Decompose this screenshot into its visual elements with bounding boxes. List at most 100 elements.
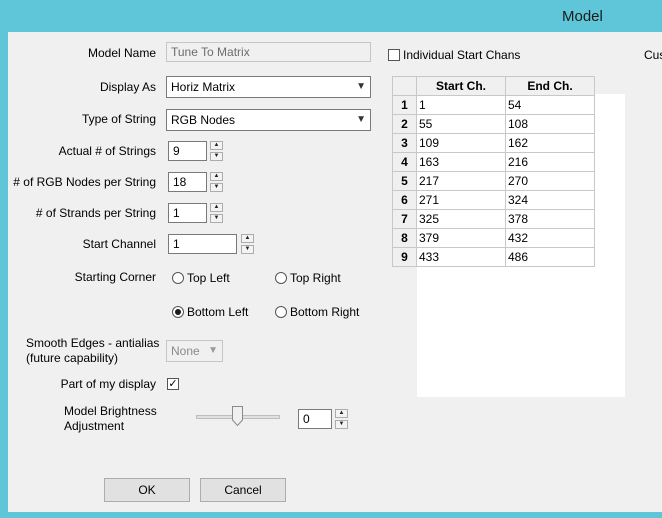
display-as-select[interactable]: Horiz Matrix ▼: [166, 76, 371, 98]
title-bar: Model: [0, 0, 662, 32]
start-channel-cell[interactable]: 109: [416, 133, 506, 153]
starting-corner-label: Starting Corner: [74, 270, 156, 284]
window-frame-bottom: [0, 512, 662, 518]
grid-corner: [392, 76, 417, 96]
start-channel-input[interactable]: 1: [168, 234, 237, 254]
model-name-field[interactable]: Tune To Matrix: [166, 42, 371, 62]
type-of-string-label: Type of String: [81, 112, 156, 126]
start-channel-cell[interactable]: 379: [416, 228, 506, 248]
individual-start-chans-label: Individual Start Chans: [403, 48, 521, 62]
corner-top-left-radio[interactable]: [172, 272, 184, 284]
actual-strings-input[interactable]: 9: [168, 141, 207, 161]
spin-down-icon[interactable]: ▼: [335, 420, 348, 429]
ok-button[interactable]: OK: [104, 478, 190, 502]
start-channel-cell[interactable]: 1: [416, 95, 506, 115]
spin-up-icon[interactable]: ▲: [335, 409, 348, 418]
window-title: Model: [562, 8, 603, 25]
start-channel-spinner[interactable]: ▲ ▼: [241, 234, 254, 254]
column-header-end[interactable]: End Ch.: [505, 76, 595, 96]
type-of-string-select[interactable]: RGB Nodes ▼: [166, 109, 371, 131]
end-channel-cell[interactable]: 378: [505, 209, 595, 229]
brightness-input[interactable]: 0: [298, 409, 332, 429]
corner-top-right-radio[interactable]: [275, 272, 287, 284]
model-name-label: Model Name: [87, 46, 156, 60]
spin-down-icon[interactable]: ▼: [210, 183, 223, 192]
model-dialog: Model Name Tune To Matrix Individual Sta…: [8, 32, 662, 512]
part-of-display-label: Part of my display: [60, 377, 156, 391]
row-header[interactable]: 1: [392, 95, 417, 115]
end-channel-cell[interactable]: 162: [505, 133, 595, 153]
column-header-start[interactable]: Start Ch.: [416, 76, 506, 96]
table-row: 5 217 270: [392, 171, 595, 191]
start-channel-cell[interactable]: 217: [416, 171, 506, 191]
corner-bottom-left-label: Bottom Left: [187, 305, 249, 319]
start-channel-cell[interactable]: 271: [416, 190, 506, 210]
end-channel-cell[interactable]: 216: [505, 152, 595, 172]
corner-bottom-left-radio[interactable]: [172, 306, 184, 318]
row-header[interactable]: 4: [392, 152, 417, 172]
strands-label: # of Strands per String: [35, 206, 156, 220]
row-header[interactable]: 5: [392, 171, 417, 191]
row-header[interactable]: 3: [392, 133, 417, 153]
table-row: 7 325 378: [392, 209, 595, 229]
spin-down-icon[interactable]: ▼: [210, 214, 223, 223]
end-channel-cell[interactable]: 108: [505, 114, 595, 134]
strands-input[interactable]: 1: [168, 203, 207, 223]
brightness-spinner[interactable]: ▲ ▼: [335, 409, 348, 429]
table-row: 1 1 54: [392, 95, 595, 115]
rgb-nodes-input[interactable]: 18: [168, 172, 207, 192]
row-header[interactable]: 7: [392, 209, 417, 229]
end-channel-cell[interactable]: 324: [505, 190, 595, 210]
start-channel-cell[interactable]: 55: [416, 114, 506, 134]
cancel-button[interactable]: Cancel: [200, 478, 286, 502]
spin-down-icon[interactable]: ▼: [210, 152, 223, 161]
individual-start-chans-checkbox[interactable]: [388, 49, 400, 61]
brightness-label: Model Brightness: [64, 404, 157, 418]
end-channel-cell[interactable]: 54: [505, 95, 595, 115]
display-as-label: Display As: [99, 80, 156, 94]
spin-up-icon[interactable]: ▲: [210, 203, 223, 212]
table-row: 8 379 432: [392, 228, 595, 248]
actual-strings-label: Actual # of Strings: [58, 144, 156, 158]
row-header[interactable]: 6: [392, 190, 417, 210]
rgb-nodes-spinner[interactable]: ▲ ▼: [210, 172, 223, 192]
end-channel-cell[interactable]: 432: [505, 228, 595, 248]
corner-bottom-right-radio[interactable]: [275, 306, 287, 318]
corner-bottom-right-label: Bottom Right: [290, 305, 360, 319]
part-of-display-checkbox[interactable]: ✓: [167, 378, 179, 390]
brightness-slider-thumb[interactable]: [232, 406, 243, 426]
start-channel-cell[interactable]: 163: [416, 152, 506, 172]
table-row: 6 271 324: [392, 190, 595, 210]
start-channel-cell[interactable]: 433: [416, 247, 506, 267]
row-header[interactable]: 8: [392, 228, 417, 248]
end-channel-cell[interactable]: 486: [505, 247, 595, 267]
spin-down-icon[interactable]: ▼: [241, 245, 254, 254]
type-of-string-value: RGB Nodes: [171, 113, 236, 127]
start-channel-cell[interactable]: 325: [416, 209, 506, 229]
chevron-down-icon: ▼: [208, 345, 218, 356]
chevron-down-icon: ▼: [356, 114, 366, 125]
corner-top-right-label: Top Right: [290, 271, 341, 285]
corner-top-left-label: Top Left: [187, 271, 230, 285]
start-channel-label: Start Channel: [82, 237, 156, 251]
brightness-sublabel: Adjustment: [64, 419, 125, 433]
smooth-edges-select[interactable]: None ▼: [166, 340, 223, 362]
spin-up-icon[interactable]: ▲: [210, 172, 223, 181]
channel-grid: Start Ch. End Ch. 1 1 54 2 55 108 3 109 162 41…: [392, 76, 595, 267]
table-row: 2 55 108: [392, 114, 595, 134]
display-as-value: Horiz Matrix: [171, 80, 236, 94]
table-row: 3 109 162: [392, 133, 595, 153]
actual-strings-spinner[interactable]: ▲ ▼: [210, 141, 223, 161]
table-row: 9 433 486: [392, 247, 595, 267]
chevron-down-icon: ▼: [356, 81, 366, 92]
smooth-edges-value: None: [171, 344, 200, 358]
spin-up-icon[interactable]: ▲: [210, 141, 223, 150]
row-header[interactable]: 9: [392, 247, 417, 267]
spin-up-icon[interactable]: ▲: [241, 234, 254, 243]
end-channel-cell[interactable]: 270: [505, 171, 595, 191]
strands-spinner[interactable]: ▲ ▼: [210, 203, 223, 223]
smooth-edges-sublabel: (future capability): [26, 351, 119, 365]
smooth-edges-label: Smooth Edges - antialias: [26, 336, 160, 350]
table-row: 4 163 216: [392, 152, 595, 172]
row-header[interactable]: 2: [392, 114, 417, 134]
